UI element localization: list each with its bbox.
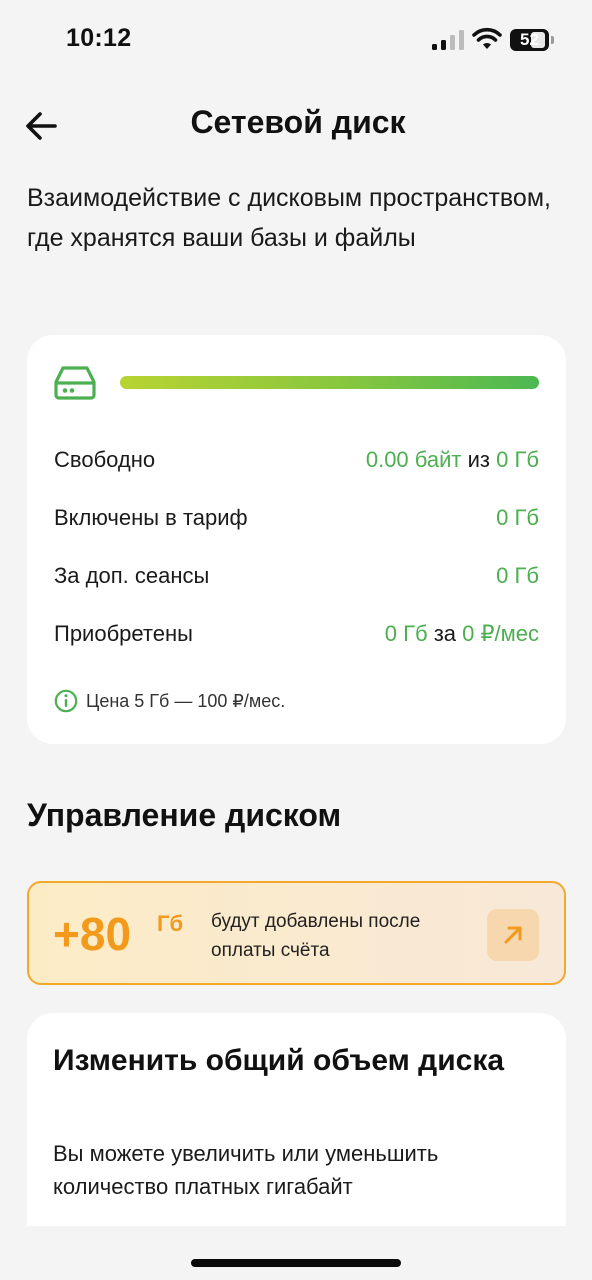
pending-volume-banner[interactable]: +80 Гб будут добавлены после оплаты счёт… (27, 881, 566, 985)
management-title: Управление диском (27, 797, 342, 833)
status-bar: 10:12 52 (0, 0, 592, 80)
disk-icon (54, 365, 96, 401)
pending-volume-amount: +80 (53, 908, 132, 960)
arrow-up-right-icon (504, 926, 522, 944)
back-button[interactable] (22, 106, 62, 146)
battery-level: 52 (520, 30, 539, 49)
home-indicator[interactable] (191, 1259, 401, 1267)
price-info-text: Цена 5 Гб — 100 ₽/мес. (86, 690, 286, 711)
included-in-tariff-value: 0 Гб (496, 505, 539, 530)
purchased-price: 0 ₽/мес (462, 621, 539, 646)
included-in-tariff-row: Включены в тариф 0 Гб (54, 505, 539, 535)
disk-usage-card: Свободно 0.00 байт из 0 Гб Включены в та… (27, 335, 566, 744)
page-title: Сетевой диск (190, 104, 406, 140)
purchased-label: Приобретены (54, 621, 193, 646)
open-invoice-button[interactable] (487, 909, 539, 961)
purchased-value: 0 Гб за 0 ₽/мес (385, 621, 539, 647)
free-space-sep: из (467, 447, 490, 472)
bottom-area (0, 1226, 592, 1280)
extra-sessions-row: За доп. сеансы 0 Гб (54, 563, 539, 593)
disk-usage-bar (120, 376, 539, 389)
purchased-row: Приобретены 0 Гб за 0 ₽/мес (54, 621, 539, 651)
change-disk-card[interactable]: Изменить общий объем диска Вы можете уве… (27, 1013, 566, 1253)
pending-volume-unit: Гб (157, 911, 184, 936)
page-description: Взаимодействие с дисковым пространством,… (27, 184, 551, 252)
signal-icon (432, 30, 464, 50)
purchased-amount: 0 Гб (384, 621, 428, 646)
change-disk-title: Изменить общий объем диска (53, 1044, 505, 1077)
extra-sessions-value: 0 Гб (496, 563, 539, 588)
status-time: 10:12 (66, 24, 132, 52)
free-space-total: 0 Гб (496, 447, 539, 472)
info-icon (54, 689, 78, 713)
price-info: Цена 5 Гб — 100 ₽/мес. (54, 689, 285, 713)
free-space-value: 0.00 байт из 0 Гб (366, 447, 539, 473)
extra-sessions-label: За доп. сеансы (54, 563, 210, 588)
change-disk-description: Вы можете увеличить или уменьшить количе… (53, 1141, 439, 1199)
free-space-label: Свободно (54, 447, 156, 472)
purchased-sep: за (433, 621, 457, 646)
battery-icon: 52 (510, 29, 554, 51)
back-arrow-icon (26, 112, 57, 140)
wifi-icon (472, 27, 502, 51)
included-in-tariff-label: Включены в тариф (54, 505, 248, 530)
free-space-row: Свободно 0.00 байт из 0 Гб (54, 447, 539, 477)
free-space-free: 0.00 байт (365, 447, 462, 472)
pending-volume-text: будут добавлены после оплаты счёта (211, 911, 421, 961)
